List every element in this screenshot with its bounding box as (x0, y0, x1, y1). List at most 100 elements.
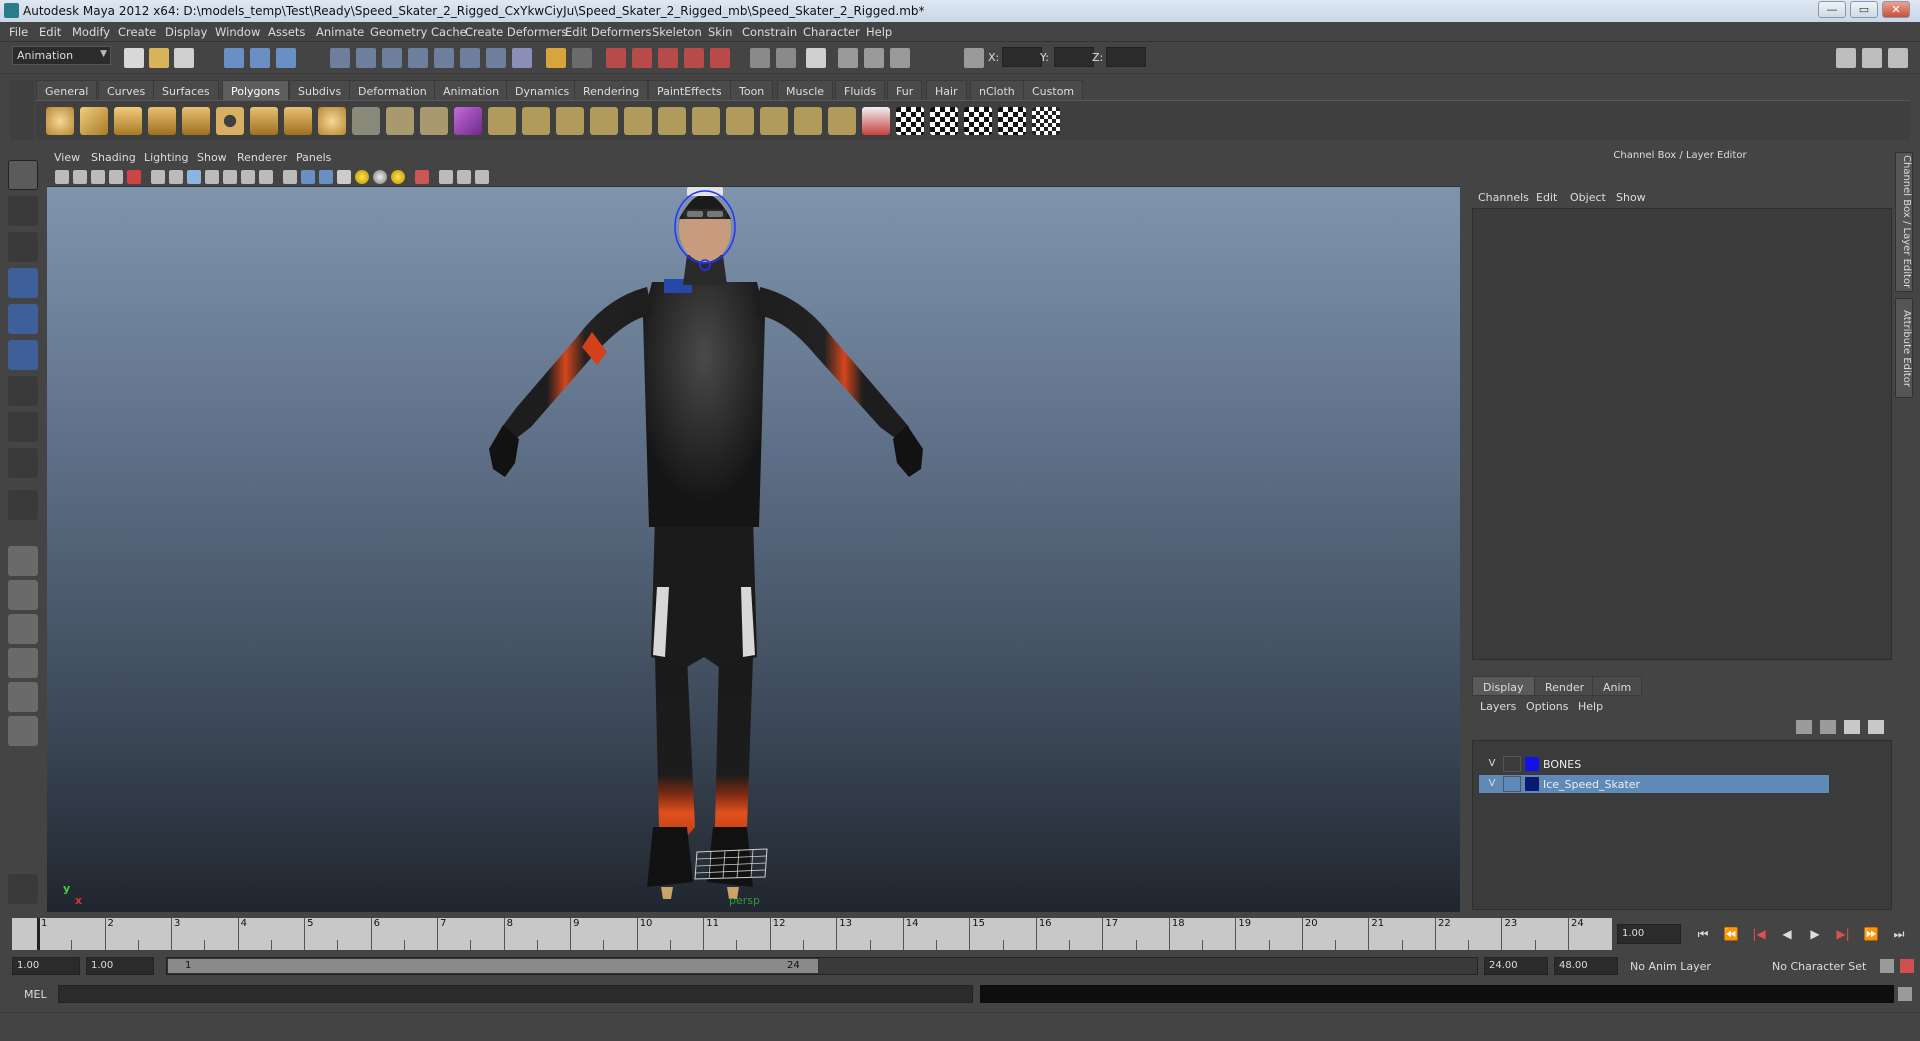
show-manipulator-icon[interactable] (8, 448, 38, 478)
layer-menu-help[interactable]: Help (1578, 700, 1603, 713)
menu-edit-deformers[interactable]: Edit Deformers (565, 25, 651, 39)
transform-mode-icon[interactable] (964, 48, 984, 68)
universal-manipulator-icon[interactable] (8, 376, 38, 406)
extrude-icon[interactable] (488, 107, 516, 135)
four-view-layout-icon[interactable] (8, 580, 38, 610)
toggle-tool-settings-icon[interactable] (1862, 48, 1882, 68)
animation-preferences-icon[interactable] (1900, 959, 1914, 973)
script-language-label[interactable]: MEL (24, 988, 47, 1001)
range-slider-handle[interactable] (167, 958, 819, 974)
move-tool-icon[interactable] (8, 268, 38, 298)
y-field[interactable] (1054, 47, 1094, 67)
duplicate-face-icon[interactable] (794, 107, 822, 135)
layer-tab-render[interactable]: Render (1534, 676, 1596, 696)
menu-skeleton[interactable]: Skeleton (652, 25, 702, 39)
paint-select-tool-icon[interactable] (8, 232, 38, 262)
shelf-tab-muscle[interactable]: Muscle (777, 80, 834, 100)
insert-edge-loop-icon[interactable] (624, 107, 652, 135)
animation-start-field[interactable]: 1.00 (12, 957, 80, 975)
menu-constrain[interactable]: Constrain (742, 25, 797, 39)
auto-key-icon[interactable] (1880, 959, 1894, 973)
z-field[interactable] (1106, 47, 1146, 67)
select-misc-icon[interactable] (512, 48, 532, 68)
layer-row[interactable]: V BONES (1479, 755, 1829, 773)
textured-icon[interactable] (337, 170, 351, 184)
x-field[interactable] (1002, 47, 1042, 67)
layer-row[interactable]: V Ice_Speed_Skater (1479, 775, 1829, 793)
channel-box-menu-channels[interactable]: Channels (1478, 191, 1529, 204)
shelf-tab-curves[interactable]: Curves (98, 80, 155, 100)
gate-mask-icon[interactable] (205, 170, 219, 184)
layer-menu-options[interactable]: Options (1526, 700, 1568, 713)
new-layer-selected-icon[interactable] (1820, 720, 1836, 734)
select-tool-icon[interactable] (8, 160, 38, 190)
current-frame-field[interactable]: 1.00 (1617, 924, 1681, 944)
combine-icon[interactable] (352, 107, 380, 135)
shelf-tab-hair[interactable]: Hair (926, 80, 967, 100)
menu-file[interactable]: File (9, 25, 28, 39)
select-dynamics-icon[interactable] (460, 48, 480, 68)
poly-cone-icon[interactable] (148, 107, 176, 135)
separate-icon[interactable] (386, 107, 414, 135)
play-backwards-button[interactable]: ◀ (1776, 924, 1798, 944)
persp-graph-layout-icon[interactable] (8, 648, 38, 678)
render-view-icon[interactable] (806, 48, 826, 68)
poly-cylinder-icon[interactable] (114, 107, 142, 135)
isolate-select-icon[interactable] (415, 170, 429, 184)
channel-box-menu-edit[interactable]: Edit (1536, 191, 1557, 204)
command-input[interactable] (58, 985, 973, 1003)
viewport-menu-show[interactable]: Show (197, 151, 227, 164)
playback-start-field[interactable]: 1.00 (86, 957, 154, 975)
layer-color-swatch[interactable] (1525, 777, 1539, 791)
select-joints-icon[interactable] (356, 48, 376, 68)
safe-title-icon[interactable] (259, 170, 273, 184)
shelf-tab-dynamics[interactable]: Dynamics (506, 80, 579, 100)
poly-cube-icon[interactable] (80, 107, 108, 135)
layer-display-type-toggle[interactable] (1503, 756, 1521, 772)
planar-mapping-icon[interactable] (896, 107, 924, 135)
snap-to-points-icon[interactable] (658, 48, 678, 68)
lasso-tool-icon[interactable] (8, 196, 38, 226)
select-rendering-icon[interactable] (486, 48, 506, 68)
character-set-dropdown[interactable]: No Character Set (1772, 960, 1866, 973)
ipr-render-icon[interactable] (864, 48, 884, 68)
menu-skin[interactable]: Skin (708, 25, 732, 39)
step-forward-frame-button[interactable]: ▶| (1832, 924, 1854, 944)
poly-pyramid-icon[interactable] (250, 107, 278, 135)
play-forwards-button[interactable]: ▶ (1804, 924, 1826, 944)
construction-history-icon[interactable] (776, 48, 796, 68)
shelf-tab-rendering[interactable]: Rendering (574, 80, 649, 100)
automatic-mapping-icon[interactable] (998, 107, 1026, 135)
poke-face-icon[interactable] (726, 107, 754, 135)
select-hierarchy-icon[interactable] (224, 48, 244, 68)
shelf-tab-ncloth[interactable]: nCloth (970, 80, 1024, 100)
menu-modify[interactable]: Modify (72, 25, 110, 39)
layer-tab-anim[interactable]: Anim (1592, 676, 1643, 696)
cylindrical-mapping-icon[interactable] (930, 107, 958, 135)
menu-assets[interactable]: Assets (268, 25, 305, 39)
layer-tab-display[interactable]: Display (1472, 676, 1535, 696)
time-slider[interactable]: 1 2 3 4 5 6 7 8 9 10 11 12 13 14 15 16 17 18 19 20 21 22 23 24 (12, 918, 1612, 950)
new-layer-icon[interactable] (1796, 720, 1812, 734)
viewport-menu-view[interactable]: View (54, 151, 80, 164)
current-time-marker[interactable] (37, 918, 40, 950)
menu-geometry-cache[interactable]: Geometry Cache (370, 25, 467, 39)
menu-display[interactable]: Display (165, 25, 207, 39)
select-handles-icon[interactable] (330, 48, 350, 68)
bridge-icon[interactable] (522, 107, 550, 135)
poly-torus-icon[interactable] (216, 107, 244, 135)
viewport-menu-renderer[interactable]: Renderer (237, 151, 287, 164)
toggle-attribute-editor-icon[interactable] (1836, 48, 1856, 68)
wireframe-on-shaded-icon[interactable] (319, 170, 333, 184)
anim-layer-dropdown[interactable]: No Anim Layer (1630, 960, 1711, 973)
split-polygon-icon[interactable] (590, 107, 618, 135)
safe-action-icon[interactable] (241, 170, 255, 184)
highlight-selection-icon[interactable] (572, 48, 592, 68)
smooth-icon[interactable] (454, 107, 482, 135)
rotate-tool-icon[interactable] (8, 304, 38, 334)
single-perspective-layout-icon[interactable] (8, 546, 38, 576)
append-polygon-icon[interactable] (556, 107, 584, 135)
side-tab-attribute-editor[interactable]: Attribute Editor (1895, 298, 1913, 398)
poly-pipe-icon[interactable] (284, 107, 312, 135)
camera-select-icon[interactable] (55, 170, 69, 184)
